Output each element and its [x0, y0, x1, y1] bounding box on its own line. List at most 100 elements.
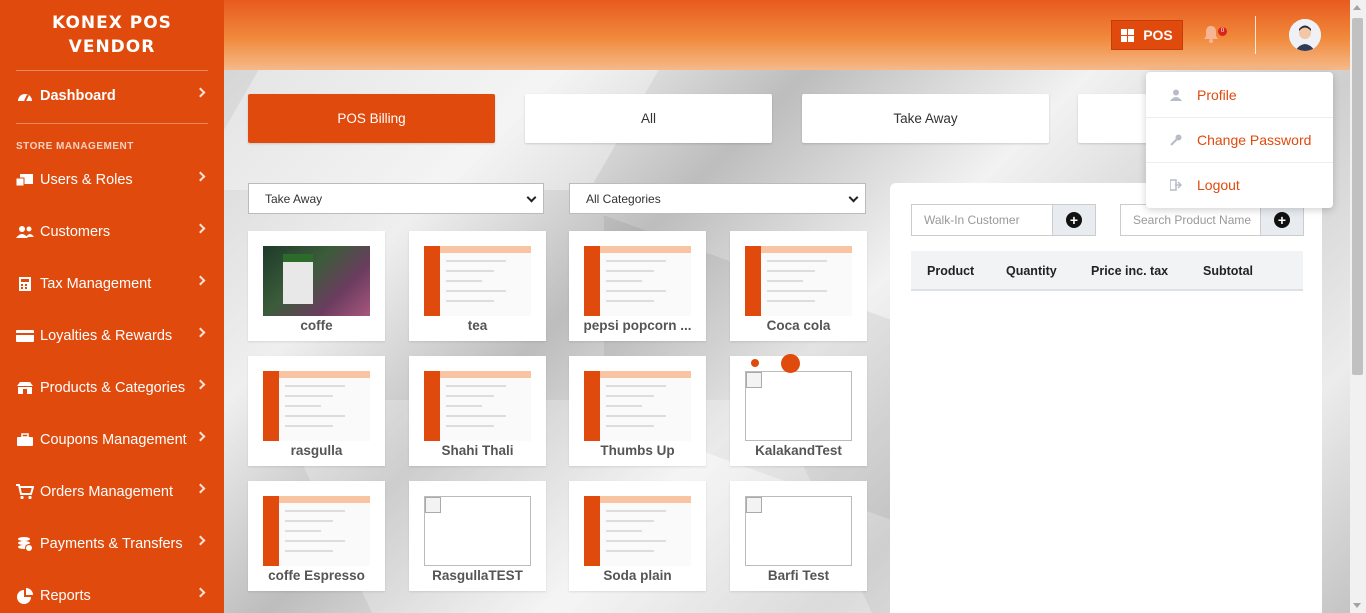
order-type-select[interactable]: Take Away: [248, 183, 544, 214]
sidebar-item-coupons-management[interactable]: Coupons Management: [0, 420, 224, 460]
product-image: [424, 371, 531, 441]
product-image: [424, 496, 531, 566]
sidebar-item-label: Tax Management: [40, 276, 152, 292]
sidebar-item-products-categories[interactable]: Products & Categories: [0, 368, 224, 408]
add-customer-button[interactable]: +: [1052, 204, 1096, 236]
product-card[interactable]: Coca cola: [730, 231, 867, 341]
sidebar-divider: [16, 70, 208, 71]
chevron-right-icon: [195, 327, 206, 338]
screenshot-element: [761, 246, 852, 253]
chevron-right-icon: [195, 483, 206, 494]
screenshot-element: [767, 300, 815, 302]
product-name: coffe Espresso: [268, 568, 365, 583]
screenshot-element: [279, 371, 370, 378]
column-header: Price inc. tax: [1091, 264, 1169, 278]
column-header: Subtotal: [1203, 264, 1253, 278]
product-card[interactable]: coffe Espresso: [248, 481, 385, 591]
screenshot-element: [606, 260, 666, 262]
screenshot-element: [285, 540, 345, 542]
tab-take-away[interactable]: Take Away: [802, 94, 1049, 143]
chevron-right-icon: [195, 587, 206, 598]
sidebar-item-users-roles[interactable]: Users & Roles: [0, 160, 224, 200]
cart-panel: [890, 183, 1322, 613]
dashboard-icon: [16, 88, 34, 104]
product-image: [263, 496, 370, 566]
screenshot-element: [285, 395, 333, 397]
sidebar-item-tax-management[interactable]: Tax Management: [0, 264, 224, 304]
screenshot-element: [606, 405, 642, 407]
product-card[interactable]: KalakandTest: [730, 356, 867, 466]
product-name: pepsi popcorn ...: [583, 318, 692, 333]
product-name: Shahi Thali: [441, 443, 514, 458]
scroll-down-arrow-icon[interactable]: [1353, 603, 1361, 608]
product-card[interactable]: Barfi Test: [730, 481, 867, 591]
tab-all[interactable]: All: [525, 94, 772, 143]
screenshot-element: [446, 270, 494, 272]
screenshot-element: [279, 496, 370, 503]
screenshot-element: [606, 520, 654, 522]
sidebar-item-orders-management[interactable]: Orders Management: [0, 472, 224, 512]
column-header: Product: [927, 264, 975, 278]
sidebar-item-payments-transfers[interactable]: Payments & Transfers: [0, 524, 224, 564]
menu-item-logout[interactable]: Logout: [1146, 162, 1333, 207]
add-product-button[interactable]: +: [1260, 204, 1304, 236]
product-card[interactable]: coffe: [248, 231, 385, 341]
category-select[interactable]: All Categories: [569, 183, 866, 214]
product-name: Thumbs Up: [600, 443, 675, 458]
screenshot-element: [263, 371, 279, 441]
menu-item-profile[interactable]: Profile: [1146, 72, 1333, 117]
product-image: [424, 246, 531, 316]
menu-item-change-password[interactable]: Change Password: [1146, 117, 1333, 162]
customer-input[interactable]: Walk-In Customer: [911, 204, 1053, 236]
pos-button-label: POS: [1143, 27, 1173, 43]
sidebar-item-loyalties-rewards[interactable]: Loyalties & Rewards: [0, 316, 224, 356]
broken-image-icon: [425, 497, 441, 513]
chevron-right-icon: [195, 379, 206, 390]
product-image: [584, 246, 691, 316]
sidebar-item-label: Dashboard: [40, 88, 116, 104]
scroll-up-arrow-icon[interactable]: [1353, 5, 1361, 10]
chevron-right-icon: [195, 87, 206, 98]
product-image: [745, 246, 852, 316]
sidebar-item-label: Orders Management: [40, 484, 173, 500]
screenshot-element: [606, 530, 642, 532]
sidebar-item-label: Payments & Transfers: [40, 536, 183, 552]
brand-logo[interactable]: KONEX POS VENDOR: [0, 0, 224, 70]
sidebar-item-label: Users & Roles: [40, 172, 133, 188]
sidebar-item-dashboard[interactable]: Dashboard: [0, 76, 224, 116]
screenshot-element: [446, 385, 506, 387]
product-card[interactable]: RasgullaTEST: [409, 481, 546, 591]
user-icon: [1170, 89, 1182, 101]
pos-button[interactable]: POS: [1111, 20, 1183, 50]
avatar[interactable]: [1289, 19, 1321, 51]
users-roles-icon: [16, 172, 34, 188]
screenshot-element: [767, 280, 803, 282]
sidebar-item-customers[interactable]: Customers: [0, 212, 224, 252]
screenshot-element: [424, 246, 440, 316]
screenshot-element: [424, 371, 440, 441]
menu-item-label: Change Password: [1197, 131, 1312, 148]
product-card[interactable]: Thumbs Up: [569, 356, 706, 466]
tab-pos-billing[interactable]: POS Billing: [248, 94, 495, 143]
screenshot-element: [446, 300, 494, 302]
screenshot-element: [606, 395, 654, 397]
product-card[interactable]: pepsi popcorn ...: [569, 231, 706, 341]
product-name: rasgulla: [290, 443, 343, 458]
screenshot-element: [285, 405, 321, 407]
product-image: [745, 371, 852, 441]
product-card[interactable]: tea: [409, 231, 546, 341]
screenshot-element: [285, 415, 345, 417]
screenshot-element: [606, 270, 654, 272]
product-name: tea: [467, 318, 488, 333]
broken-image-icon: [746, 372, 762, 388]
product-name: KalakandTest: [755, 443, 842, 458]
product-card[interactable]: Soda plain: [569, 481, 706, 591]
grid-icon: [1121, 28, 1135, 42]
sidebar-item-label: Coupons Management: [40, 432, 187, 448]
product-card[interactable]: rasgulla: [248, 356, 385, 466]
scrollbar-thumb[interactable]: [1352, 18, 1363, 375]
column-header: Quantity: [1006, 264, 1057, 278]
sidebar-item-reports[interactable]: Reports: [0, 576, 224, 613]
product-card[interactable]: Shahi Thali: [409, 356, 546, 466]
product-search-input[interactable]: Search Product Name: [1120, 204, 1261, 236]
